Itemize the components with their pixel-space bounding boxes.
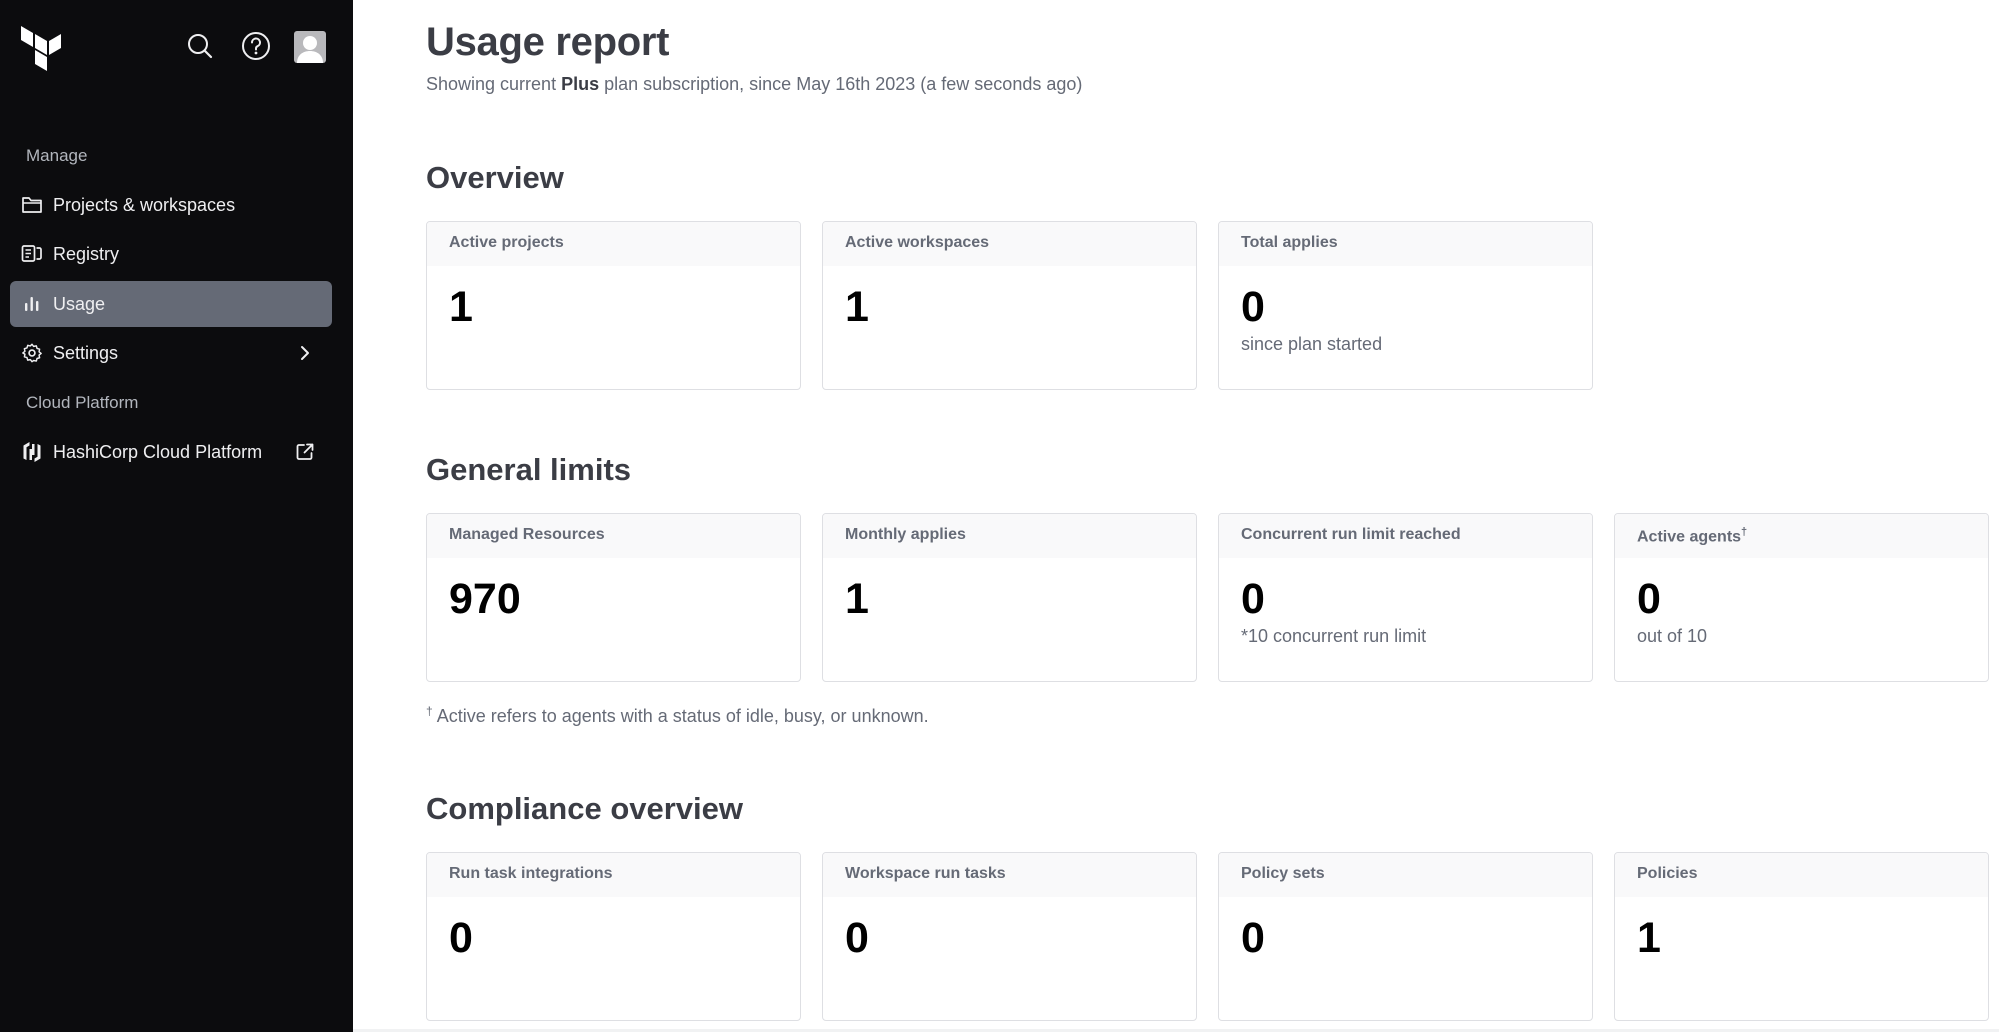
- card-value: 1: [845, 283, 869, 331]
- sidebar-item-usage[interactable]: Usage: [10, 281, 332, 327]
- bar-chart-icon: [21, 293, 43, 315]
- card-policies: Policies 1: [1614, 852, 1989, 1021]
- card-value: 0: [1241, 283, 1265, 331]
- sidebar: Manage Projects & workspaces Registry Us…: [0, 0, 353, 1032]
- gear-icon: [21, 342, 43, 364]
- folder-icon: [21, 194, 43, 216]
- sidebar-item-label: HashiCorp Cloud Platform: [53, 441, 263, 462]
- section-title-general-limits: General limits: [426, 452, 632, 487]
- footnote-text: Active refers to agents with a status of…: [432, 706, 929, 726]
- section-title-compliance-overview: Compliance overview: [426, 791, 744, 826]
- card-label-text: Active agents: [1637, 528, 1742, 546]
- sidebar-item-settings[interactable]: Settings: [10, 330, 332, 376]
- sidebar-item-registry[interactable]: Registry: [10, 231, 332, 277]
- sidebar-section-manage: Manage: [26, 146, 88, 165]
- card-value: 0: [845, 914, 869, 962]
- card-value: 1: [449, 283, 473, 331]
- hashicorp-icon: [21, 441, 43, 463]
- page-title: Usage report: [426, 20, 670, 64]
- card-subtext: since plan started: [1241, 334, 1383, 354]
- sidebar-item-hashicorp-cloud-platform[interactable]: HashiCorp Cloud Platform: [10, 429, 332, 475]
- external-link-icon: [294, 441, 316, 463]
- search-icon[interactable]: [182, 28, 218, 64]
- card-concurrent-run-limit: Concurrent run limit reached 0 *10 concu…: [1218, 513, 1593, 682]
- card-workspace-run-tasks: Workspace run tasks 0: [822, 852, 1197, 1021]
- card-value: 1: [845, 575, 869, 623]
- registry-icon: [21, 243, 43, 265]
- card-label: Policy sets: [1219, 853, 1592, 897]
- help-icon[interactable]: [238, 28, 274, 64]
- card-label: Total applies: [1219, 222, 1592, 266]
- card-value: 0: [1241, 575, 1265, 623]
- footnote-mark: †: [426, 704, 433, 718]
- subtitle-suffix: plan subscription, since May 16th 2023 (…: [599, 74, 1083, 94]
- card-managed-resources: Managed Resources 970: [426, 513, 801, 682]
- card-label: Policies: [1615, 853, 1988, 897]
- card-value: 970: [449, 575, 521, 623]
- card-run-task-integrations: Run task integrations 0: [426, 852, 801, 1021]
- agents-footnote: † Active refers to agents with a status …: [426, 704, 929, 727]
- card-active-projects: Active projects 1: [426, 221, 801, 390]
- dagger-mark: †: [1741, 526, 1748, 538]
- card-active-agents: Active agents† 0 out of 10: [1614, 513, 1989, 682]
- card-policy-sets: Policy sets 0: [1218, 852, 1593, 1021]
- page-subtitle: Showing current Plus plan subscription, …: [426, 74, 1082, 95]
- sidebar-item-label: Projects & workspaces: [53, 194, 236, 215]
- user-avatar[interactable]: [294, 31, 326, 63]
- card-subtext: out of 10: [1637, 626, 1708, 646]
- card-total-applies: Total applies 0 since plan started: [1218, 221, 1593, 390]
- section-title-overview: Overview: [426, 160, 564, 195]
- card-value: 1: [1637, 914, 1661, 962]
- card-label: Active projects: [427, 222, 800, 266]
- card-monthly-applies: Monthly applies 1: [822, 513, 1197, 682]
- main-content: Usage report Showing current Plus plan s…: [353, 0, 1999, 1032]
- card-label: Run task integrations: [427, 853, 800, 897]
- card-label: Managed Resources: [427, 514, 800, 558]
- plan-name: Plus: [561, 74, 600, 94]
- card-label: Monthly applies: [823, 514, 1196, 558]
- sidebar-item-label: Registry: [53, 243, 120, 264]
- sidebar-item-projects-workspaces[interactable]: Projects & workspaces: [10, 182, 332, 228]
- chevron-right-icon: [294, 342, 316, 364]
- sidebar-section-cloud-platform: Cloud Platform: [26, 393, 139, 412]
- sidebar-item-label: Usage: [53, 293, 106, 314]
- subtitle-prefix: Showing current: [426, 74, 562, 94]
- card-value: 0: [1241, 914, 1265, 962]
- terraform-logo-icon[interactable]: [20, 24, 64, 72]
- card-label: Concurrent run limit reached: [1219, 514, 1592, 558]
- card-active-workspaces: Active workspaces 1: [822, 221, 1197, 390]
- card-value: 0: [449, 914, 473, 962]
- card-label: Active agents†: [1615, 514, 1988, 558]
- sidebar-item-label: Settings: [53, 342, 119, 363]
- card-label: Workspace run tasks: [823, 853, 1196, 897]
- card-value: 0: [1637, 575, 1661, 623]
- card-subtext: *10 concurrent run limit: [1241, 626, 1427, 646]
- card-label: Active workspaces: [823, 222, 1196, 266]
